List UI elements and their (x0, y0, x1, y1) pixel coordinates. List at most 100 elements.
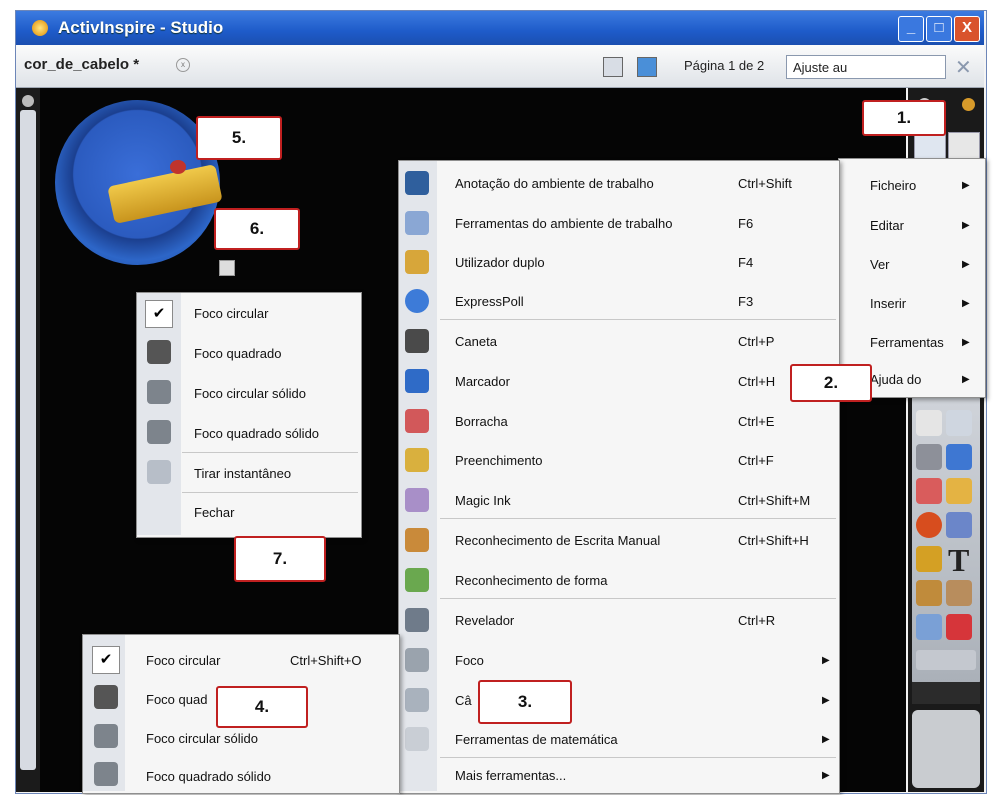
spotlight-item-square[interactable]: Foco quadrado (194, 346, 281, 361)
handwriting-tool-icon[interactable] (916, 580, 942, 606)
undo-history-icon[interactable] (916, 614, 942, 640)
chevron-right-icon: ▶ (822, 655, 830, 666)
eraser-tool-icon[interactable] (916, 478, 942, 504)
browser-scrollbar[interactable] (20, 110, 36, 770)
spotlight-item-solid-circle[interactable]: Foco circular sólido (194, 386, 306, 401)
window-title: ActivInspire - Studio (58, 18, 224, 37)
spotlight-icon (405, 648, 429, 672)
reset-page-icon[interactable] (946, 614, 972, 640)
document-tab[interactable]: cor_de_cabelo * (24, 56, 139, 73)
menu-separator (440, 598, 836, 599)
menu-item-inserir[interactable]: Inserir (870, 296, 906, 311)
text-tool-icon[interactable]: T (948, 542, 969, 579)
spotlight-sub-item-solid-circle[interactable]: Foco circular sólido (146, 731, 258, 746)
camera-icon (405, 688, 429, 712)
toolbox-gear-icon[interactable] (962, 98, 975, 111)
shape-tool-icon[interactable] (916, 512, 942, 538)
menu-item-ajuda[interactable]: Ajuda do (870, 372, 921, 387)
tools-item-pen[interactable]: Caneta (455, 334, 497, 349)
spotlight-lamp-tip-icon (170, 160, 186, 174)
main-menu (838, 158, 986, 398)
tools-item-fill[interactable]: Preenchimento (455, 453, 542, 468)
callout-6: 6. (214, 208, 300, 250)
eraser-icon (405, 409, 429, 433)
tools-item-more-tools[interactable]: Mais ferramentas... (455, 768, 566, 783)
pen-tool-icon[interactable] (916, 444, 942, 470)
desktop-tools-palette-icon[interactable] (946, 410, 972, 436)
snapshot-icon (147, 460, 171, 484)
spotlight-sub-item-square[interactable]: Foco quad (146, 692, 207, 707)
tools-item-handwriting[interactable]: Reconhecimento de Escrita Manual (455, 533, 660, 548)
fullscreen-icon[interactable]: ✕ (955, 55, 972, 80)
handwriting-icon (405, 528, 429, 552)
spotlight-menu-handle-icon[interactable] (219, 260, 235, 276)
chevron-right-icon: ▶ (822, 770, 830, 781)
tools-item-annotation[interactable]: Anotação do ambiente de trabalho (455, 176, 654, 191)
shortcut-label: Ctrl+H (738, 374, 776, 389)
tools-item-dual-user[interactable]: Utilizador duplo (455, 255, 545, 270)
maximize-button[interactable]: □ (926, 16, 952, 42)
callout-2: 2. (790, 364, 872, 402)
highlighter-tool-icon[interactable] (946, 444, 972, 470)
tools-item-eraser[interactable]: Borracha (455, 414, 508, 429)
browser-pin-icon[interactable] (22, 95, 34, 107)
spotlight-sub-item-solid-square[interactable]: Foco quadrado sólido (146, 769, 271, 784)
tools-item-camera[interactable]: Câ (455, 693, 472, 708)
spotlight-item-snapshot[interactable]: Tirar instantâneo (194, 466, 291, 481)
trash-bin-icon[interactable] (912, 710, 980, 788)
tools-item-magic-ink[interactable]: Magic Ink (455, 493, 511, 508)
zoom-select[interactable]: Ajuste au (786, 55, 946, 79)
select-tool-icon[interactable] (916, 410, 942, 436)
menu-separator (440, 757, 836, 758)
page-browser-icon[interactable] (637, 57, 657, 77)
shortcut-label: Ctrl+R (738, 613, 776, 628)
minimize-button[interactable]: _ (898, 16, 924, 42)
tools-item-math-tools[interactable]: Ferramentas de matemática (455, 732, 618, 747)
shortcut-label: F6 (738, 216, 754, 231)
fill-tool-icon[interactable] (946, 478, 972, 504)
spotlight-item-solid-square[interactable]: Foco quadrado sólido (194, 426, 319, 441)
spotlight-sub-item-circular[interactable]: Foco circular (146, 653, 220, 668)
shortcut-label: Ctrl+E (738, 414, 775, 429)
spotlight-item-circular[interactable]: Foco circular (194, 306, 268, 321)
page-navigation-arrows[interactable] (916, 650, 976, 670)
menu-item-ferramentas[interactable]: Ferramentas (870, 335, 944, 350)
resources-tool-icon[interactable] (916, 546, 942, 572)
square-spotlight-icon (147, 340, 171, 364)
tools-item-desktop-tools[interactable]: Ferramentas do ambiente de trabalho (455, 216, 673, 231)
tools-palette-panel (912, 395, 980, 685)
callout-5: 5. (196, 116, 282, 160)
tools-item-revealer[interactable]: Revelador (455, 613, 514, 628)
toolbox-collapse-bar[interactable] (912, 682, 980, 704)
highlighter-icon (405, 369, 429, 393)
menu-separator (182, 452, 358, 453)
check-icon: ✔ (92, 646, 120, 674)
solid-square-spotlight-icon (147, 420, 171, 444)
connector-tool-icon[interactable] (946, 512, 972, 538)
expresspoll-icon (405, 289, 429, 313)
shape-recognition-icon (405, 568, 429, 592)
callout-7: 7. (234, 536, 326, 582)
menu-item-ficheiro[interactable]: Ficheiro (870, 178, 916, 193)
magic-ink-tool-icon[interactable] (946, 580, 972, 606)
revealer-icon (405, 608, 429, 632)
tools-item-highlighter[interactable]: Marcador (455, 374, 510, 389)
menu-separator (182, 492, 358, 493)
spotlight-item-close[interactable]: Fechar (194, 505, 234, 520)
page-view-icon[interactable] (603, 57, 623, 77)
solid-square-spotlight-icon (94, 762, 118, 786)
desktop-tools-icon (405, 211, 429, 235)
magic-ink-icon (405, 488, 429, 512)
tools-item-expresspoll[interactable]: ExpressPoll (455, 294, 524, 309)
dual-user-icon (405, 250, 429, 274)
shortcut-label: Ctrl+Shift (738, 176, 792, 191)
menu-item-editar[interactable]: Editar (870, 218, 904, 233)
menu-item-ver[interactable]: Ver (870, 257, 890, 272)
tools-item-spotlight[interactable]: Foco (455, 653, 484, 668)
tab-close-icon[interactable]: x (176, 58, 190, 72)
close-button[interactable]: X (954, 16, 980, 42)
shortcut-label: Ctrl+Shift+H (738, 533, 809, 548)
menu-separator (440, 319, 836, 320)
tools-item-shape-recognition[interactable]: Reconhecimento de forma (455, 573, 607, 588)
chevron-right-icon: ▶ (962, 180, 970, 191)
